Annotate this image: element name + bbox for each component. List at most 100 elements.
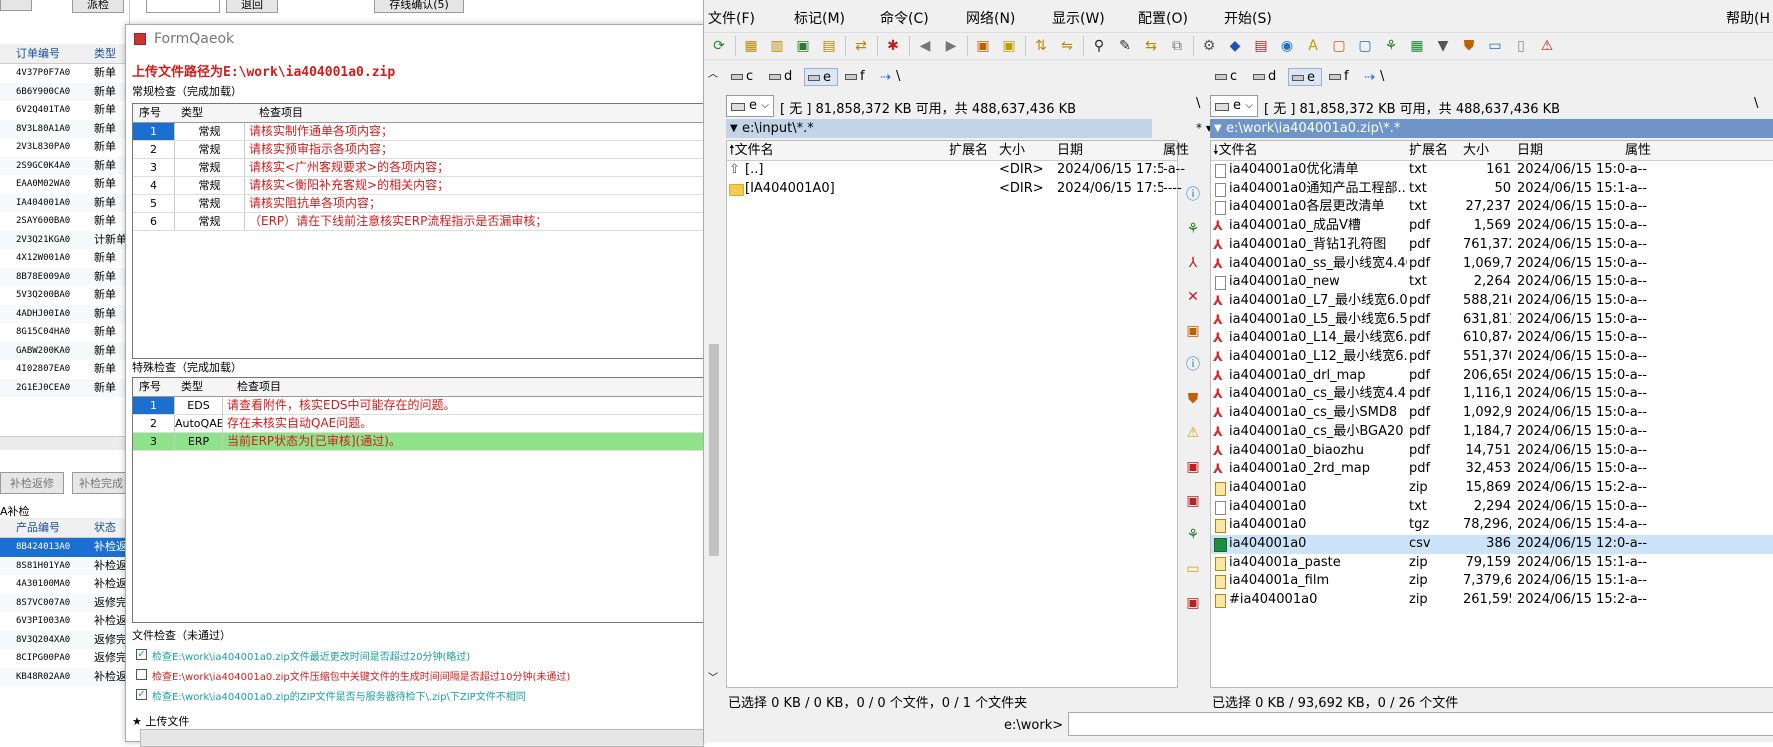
shield-icon[interactable]: ⛊ (1182, 388, 1204, 410)
drive-button-d[interactable]: d (766, 68, 800, 86)
pdf-tool-icon[interactable]: ▤ (1250, 35, 1272, 57)
table-row[interactable]: 8B78E009A0 新单 (0, 267, 130, 286)
file-row[interactable]: ⅄ ia404001a0_成品V槽 pdf 1,569 2024/06/15 15:08… (1211, 217, 1773, 236)
col-type[interactable]: 类型 (181, 104, 203, 122)
report-icon[interactable]: ▣ (1182, 490, 1204, 512)
form-titlebar[interactable]: FormQaeok (126, 25, 704, 55)
table-row[interactable]: 2G1EJ0CEA0 新单 (0, 378, 130, 397)
info-icon[interactable]: ⓘ (1182, 184, 1204, 206)
right-col-attr[interactable]: 属性 (1625, 141, 1651, 161)
search-field[interactable] (146, 0, 220, 13)
drive-button-e[interactable]: e (804, 68, 838, 86)
file-row[interactable]: ⅄ ia404001a0_cs_最小线宽4.4...pdf 1,116,177 202… (1211, 385, 1773, 404)
table-row[interactable]: 6V3PI003A0 补检返 (0, 612, 130, 631)
right-path-bar[interactable]: ▼ e:\work\ia404001a0.zip\*.* (1210, 119, 1773, 138)
sync-icon[interactable]: ⇆ (1140, 35, 1162, 57)
drive-button-e[interactable]: e (1288, 68, 1322, 86)
file-row[interactable]: ia404001a0 csv 386 2024/06/15 12:03 -a-- (1211, 535, 1773, 554)
scroll-up-icon[interactable]: ︿ (708, 65, 718, 80)
delete-icon[interactable]: ✕ (1182, 286, 1204, 308)
network-drive-button[interactable]: ⇢ \ (1364, 68, 1394, 86)
drive-button-f[interactable]: f (1326, 68, 1360, 86)
shield-icon[interactable]: ⛊ (1458, 35, 1480, 57)
window-icon[interactable]: ▭ (1484, 35, 1506, 57)
repair-complete-button[interactable]: 补检完成 (72, 472, 130, 494)
left-col-size[interactable]: 大小 (999, 141, 1025, 161)
table-row[interactable]: KB48R02AA0 补检返 (0, 667, 130, 686)
file-check-item[interactable]: ✓ 检查E:\work\ia404001a0.zip的ZIP文件是否与服务器待检下… (136, 686, 704, 704)
table-row[interactable]: 2V3Q21KGA0 计新单 (0, 230, 130, 249)
check-row[interactable]: 5 常规 请核实阻抗单各项内容； (133, 195, 703, 213)
invert-selection-icon[interactable]: ⇄ (850, 35, 872, 57)
file-row[interactable]: #ia404001a0 zip 261,595 2024/06/15 15:23-a-… (1211, 591, 1773, 610)
col-type[interactable]: 类型 (181, 378, 203, 396)
check-row[interactable]: 3 ERP 当前ERP状态为[已审核](通过)。 (133, 433, 703, 451)
brief-view-icon[interactable]: ▦ (740, 35, 762, 57)
file-row[interactable]: ia404001a0各层更改清单 txt 27,237 2024/06/15 15:0… (1211, 198, 1773, 217)
menu-item[interactable]: 命令(C) (880, 8, 929, 28)
check-row[interactable]: 3 常规 请核实<广州客规要求>的各项内容； (133, 159, 703, 177)
check-row[interactable]: 2 AutoQAE 存在未核实自动QAE问题。 (133, 415, 703, 433)
left-path-bar[interactable]: ▼ e:\input\*.* (726, 119, 1152, 138)
command-input[interactable] (1068, 712, 1773, 736)
network-drive-button[interactable]: ⇢ \ (880, 68, 910, 86)
table-row[interactable]: 8G15C04HA0 新单 (0, 323, 130, 342)
search-icon[interactable]: ⚲ (1088, 35, 1110, 57)
checkbox[interactable]: ✓ (136, 689, 147, 700)
drive-button-c[interactable]: c (728, 68, 762, 86)
check-row[interactable]: 6 常规 （ERP）请在下线前注意核实ERP流程指示是否漏审核； (133, 213, 703, 231)
check-button[interactable]: 派检 (72, 0, 124, 13)
check-row[interactable]: 1 EDS 请查看附件，核实EDS中可能存在的问题。 (133, 397, 703, 415)
doc-icon[interactable]: ▢ (1354, 35, 1376, 57)
text-icon[interactable]: A (1302, 35, 1324, 57)
right-col-ext[interactable]: 扩展名 (1409, 141, 1448, 161)
menu-item[interactable]: 开始(S) (1224, 8, 1272, 28)
file-row[interactable]: ⅄ ia404001a0_L12_最小线宽6...pdf 551,370 2024/0… (1211, 348, 1773, 367)
right-col-name[interactable]: 🠗文件名 (1213, 141, 1258, 161)
menu-item[interactable]: 配置(O) (1138, 8, 1188, 28)
file-row[interactable]: ia404001a0 txt 2,294 2024/06/15 15:07 -a-- (1211, 498, 1773, 517)
acrobat-icon[interactable]: ⚠ (1536, 35, 1558, 57)
table-row[interactable]: 4A30100MA0 补检返 (0, 575, 130, 594)
dropdown-arrow[interactable] (0, 0, 32, 11)
table-row[interactable]: EAA0M02WA0 新单 (0, 175, 130, 194)
check-row[interactable]: 1 常规 请核实制作通单各项内容； (133, 123, 703, 141)
col-item[interactable]: 检查项目 (259, 104, 303, 122)
report-icon[interactable]: ▣ (1182, 592, 1204, 614)
rename-icon[interactable]: ✎ (1114, 35, 1136, 57)
menu-help[interactable]: 帮助(H (1726, 8, 1770, 28)
online-confirm-button[interactable]: 存线确认(5) (374, 0, 464, 13)
table-row[interactable]: 8CIPG00PA0 返修完 (0, 649, 130, 668)
table-row[interactable]: 8S7VC007A0 返修完 (0, 593, 130, 612)
unpack-icon[interactable]: ✱ (882, 35, 904, 57)
table-row[interactable]: 5V3Q200BA0 新单 (0, 286, 130, 305)
table-row[interactable]: 4X12W001A0 新单 (0, 249, 130, 268)
back-button[interactable]: 退回 (226, 0, 278, 13)
file-row[interactable]: ⅄ ia404001a0_2rd_map pdf 32,453 2024/06/15 1… (1211, 460, 1773, 479)
report-icon[interactable]: ▣ (1182, 456, 1204, 478)
table-row[interactable]: 8S81H01YA0 补检返 (0, 556, 130, 575)
detail-view-icon[interactable]: ▥ (766, 35, 788, 57)
file-row[interactable]: ⇧ [..] <DIR> 2024/06/15 17:57 -a-- (727, 161, 1185, 180)
file-row[interactable]: ia404001a0 tgz 78,296,443 2024/06/15 15:40-… (1211, 516, 1773, 535)
file-row[interactable]: ⅄ ia404001a0_L14_最小线宽6...pdf 610,874 2024/0… (1211, 329, 1773, 348)
file-row[interactable]: ia404001a0 zip 15,869 2024/06/15 15:22 -a-- (1211, 479, 1773, 498)
image-icon[interactable]: ▣ (1182, 320, 1204, 342)
table-row[interactable]: IA404001A0 新单 (0, 193, 130, 212)
folder-icon[interactable]: ▭ (1182, 558, 1204, 580)
warning-icon[interactable]: ⚠ (1182, 422, 1204, 444)
share-icon[interactable]: ⚘ (1182, 524, 1204, 546)
checkbox[interactable] (136, 669, 147, 680)
table-row[interactable]: 2S9GC0K4A0 新单 (0, 156, 130, 175)
checkbox[interactable]: ✓ (136, 649, 147, 660)
file-row[interactable]: ia404001a_film zip 7,379,624 2024/06/15 15:… (1211, 572, 1773, 591)
products-col-id[interactable]: 产品编号 (16, 518, 60, 538)
col-item[interactable]: 检查项目 (237, 378, 281, 396)
table-row[interactable]: 4ADHJ00IA0 新单 (0, 304, 130, 323)
forward-icon[interactable]: ▶ (940, 35, 962, 57)
color-icon[interactable]: ◆ (1224, 35, 1246, 57)
table-row[interactable]: 4V37P0F7A0 新单 (0, 64, 130, 83)
check-row[interactable]: 4 常规 请核实<衡阳补充客规>的相关内容； (133, 177, 703, 195)
repair-return-button[interactable]: 补检返修 (0, 472, 64, 494)
back-icon[interactable]: ◀ (914, 35, 936, 57)
